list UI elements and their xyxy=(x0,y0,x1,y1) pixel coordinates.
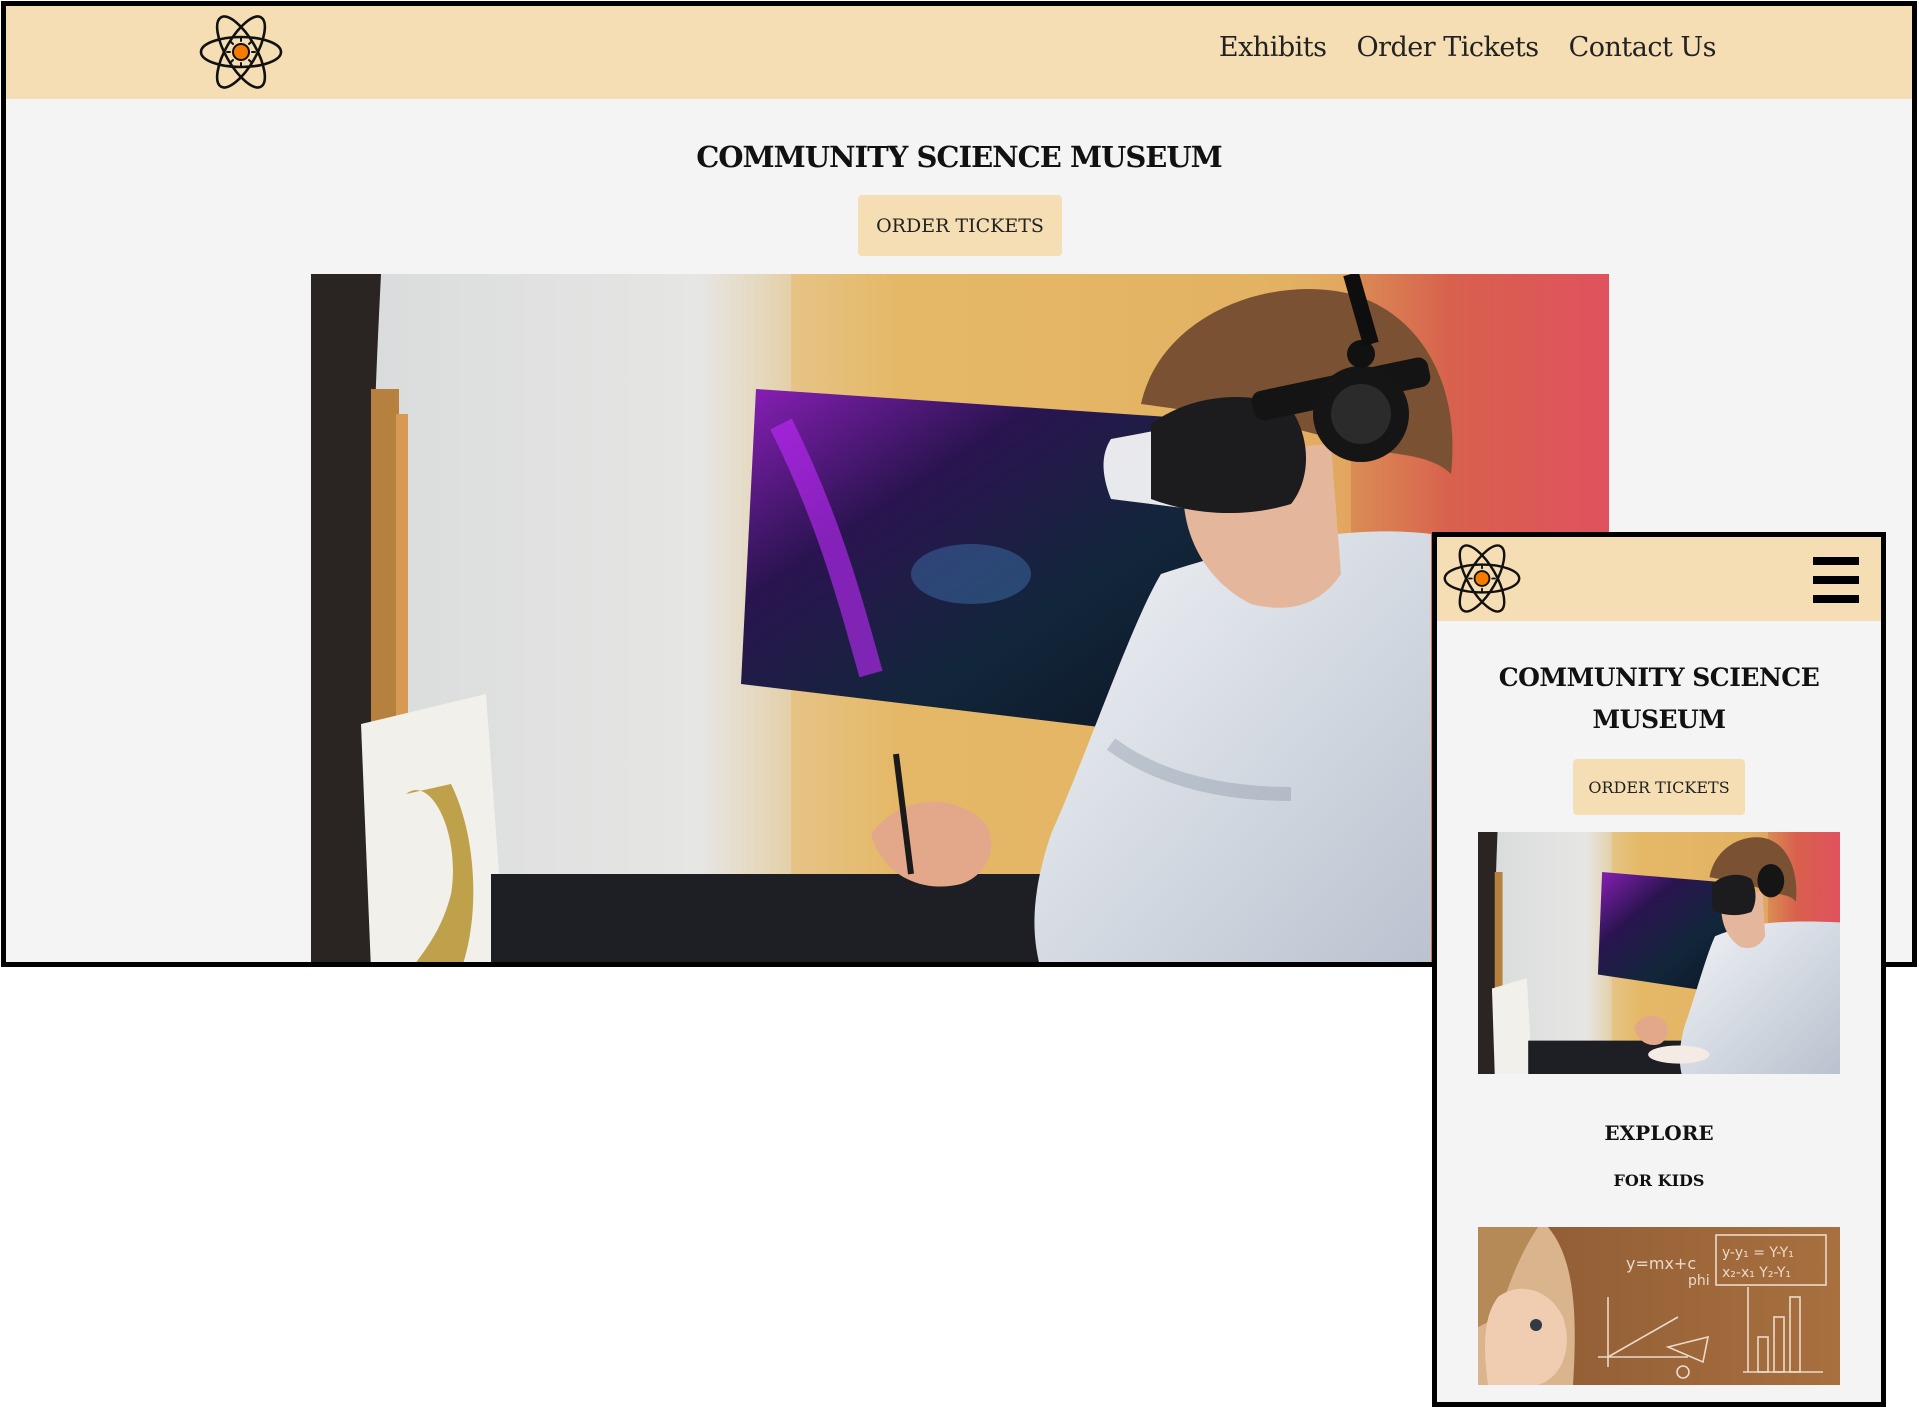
nav-link-exhibits[interactable]: Exhibits xyxy=(1219,32,1327,63)
nav-link-contact-us[interactable]: Contact Us xyxy=(1569,32,1717,63)
atom-icon[interactable] xyxy=(1442,541,1522,616)
kids-chalkboard-image: y=mx+c phi y-y₁ = Y-Y₁ x₂-x₁ Y₂-Y₁ xyxy=(1478,1227,1840,1385)
svg-text:y-y₁ = Y-Y₁: y-y₁ = Y-Y₁ xyxy=(1722,1245,1794,1261)
desktop-nav: Exhibits Order Tickets Contact Us xyxy=(1219,32,1717,63)
svg-text:y=mx+c: y=mx+c xyxy=(1626,1254,1696,1273)
mobile-hero-image-vr-painting xyxy=(1478,832,1840,1074)
mobile-order-tickets-button[interactable]: ORDER TICKETS xyxy=(1573,759,1745,815)
order-tickets-button[interactable]: ORDER TICKETS xyxy=(858,195,1062,256)
svg-text:x₂-x₁ Y₂-Y₁: x₂-x₁ Y₂-Y₁ xyxy=(1722,1265,1791,1281)
nav-link-order-tickets[interactable]: Order Tickets xyxy=(1356,32,1539,63)
mobile-page-title: COMMUNITY SCIENCE MUSEUM xyxy=(1498,663,1820,734)
hero-image-vr-painting xyxy=(311,274,1609,962)
explore-heading: EXPLORE xyxy=(1604,1121,1714,1145)
mobile-header xyxy=(1437,537,1881,621)
page-title: COMMUNITY SCIENCE MUSEUM xyxy=(696,140,1223,174)
desktop-header: Exhibits Order Tickets Contact Us xyxy=(6,6,1912,99)
screenshot-stage: Exhibits Order Tickets Contact Us COMMUN… xyxy=(0,0,1919,1407)
for-kids-subheading[interactable]: FOR KIDS xyxy=(1437,1171,1881,1190)
atom-icon[interactable] xyxy=(198,12,284,92)
hamburger-menu-icon[interactable] xyxy=(1813,557,1859,603)
mobile-view: COMMUNITY SCIENCE MUSEUM ORDER TICKETS E xyxy=(1432,532,1886,1407)
svg-text:phi: phi xyxy=(1688,1273,1710,1289)
